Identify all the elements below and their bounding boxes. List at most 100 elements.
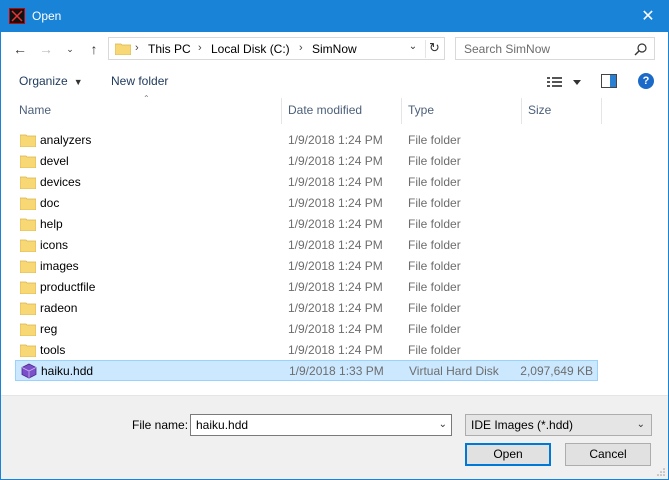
list-item[interactable]: images 1/9/2018 1:24 PM File folder	[15, 256, 598, 277]
file-type: File folder	[408, 154, 461, 168]
change-view-button[interactable]	[547, 74, 583, 90]
breadcrumb-separator-icon: ›	[135, 42, 139, 54]
file-date: 1/9/2018 1:24 PM	[288, 133, 383, 147]
column-divider[interactable]	[521, 98, 522, 124]
file-name: doc	[40, 196, 60, 210]
sort-ascending-icon: ⌃	[143, 94, 150, 103]
folder-icon	[20, 302, 36, 315]
organize-button[interactable]: Organize ▼	[19, 74, 83, 88]
help-icon[interactable]: ?	[638, 73, 654, 89]
file-name: images	[40, 259, 79, 273]
file-type: File folder	[408, 175, 461, 189]
chevron-down-icon: ⌄	[636, 419, 645, 430]
column-divider[interactable]	[401, 98, 402, 124]
list-item[interactable]: doc 1/9/2018 1:24 PM File folder	[15, 193, 598, 214]
list-item[interactable]: analyzers 1/9/2018 1:24 PM File folder	[15, 130, 598, 151]
column-header-type[interactable]: Type	[408, 103, 434, 117]
file-type: File folder	[408, 280, 461, 294]
cancel-button[interactable]: Cancel	[565, 443, 651, 466]
forward-arrow-icon[interactable]: →	[37, 40, 55, 58]
file-type-select[interactable]: IDE Images (*.hdd) ⌄	[465, 414, 652, 436]
folder-icon	[20, 155, 36, 168]
chevron-down-icon[interactable]: ⌄	[406, 41, 420, 55]
breadcrumb-this-pc[interactable]: This PC	[148, 42, 191, 56]
breadcrumb-simnow[interactable]: SimNow	[312, 42, 357, 56]
file-date: 1/9/2018 1:24 PM	[288, 280, 383, 294]
open-button[interactable]: Open	[465, 443, 551, 466]
file-type: File folder	[408, 343, 461, 357]
dialog-footer: File name: haiku.hdd ⌄ IDE Images (*.hdd…	[1, 397, 668, 479]
file-date: 1/9/2018 1:24 PM	[288, 154, 383, 168]
file-type: File folder	[408, 301, 461, 315]
file-name-value[interactable]: haiku.hdd	[196, 418, 248, 432]
search-icon	[634, 43, 647, 56]
navigation-bar: ← → ⌄ ↑ › This PC › Local Disk (C:) › Si…	[1, 32, 668, 66]
file-size: 2,097,649 KB	[520, 364, 593, 378]
open-dialog: Open ✕ ← → ⌄ ↑ › This PC › Local Disk (C…	[0, 0, 669, 480]
caret-down-icon: ▼	[73, 77, 83, 87]
resize-grip-icon[interactable]	[656, 467, 666, 477]
virtual-disk-icon	[21, 363, 37, 379]
file-date: 1/9/2018 1:24 PM	[288, 301, 383, 315]
file-name: tools	[40, 343, 66, 357]
file-type: File folder	[408, 259, 461, 273]
column-header-size[interactable]: Size	[528, 103, 551, 117]
file-type-filter-value: IDE Images (*.hdd)	[471, 418, 574, 432]
file-type: File folder	[408, 322, 461, 336]
column-divider[interactable]	[281, 98, 282, 124]
file-type: Virtual Hard Disk	[409, 364, 499, 378]
folder-icon	[20, 260, 36, 273]
search-box[interactable]: Search SimNow	[455, 37, 655, 60]
list-item[interactable]: icons 1/9/2018 1:24 PM File folder	[15, 235, 598, 256]
chevron-down-icon[interactable]: ⌄	[439, 419, 447, 430]
app-icon	[9, 8, 25, 24]
recent-locations-chevron-icon[interactable]: ⌄	[61, 40, 79, 58]
folder-icon	[20, 134, 36, 147]
list-item[interactable]: help 1/9/2018 1:24 PM File folder	[15, 214, 598, 235]
list-item[interactable]: productfile 1/9/2018 1:24 PM File folder	[15, 277, 598, 298]
folder-icon	[115, 43, 131, 55]
file-date: 1/9/2018 1:24 PM	[288, 238, 383, 252]
list-item[interactable]: reg 1/9/2018 1:24 PM File folder	[15, 319, 598, 340]
list-item[interactable]: devices 1/9/2018 1:24 PM File folder	[15, 172, 598, 193]
file-name: radeon	[40, 301, 78, 315]
file-name-label: File name:	[132, 418, 189, 432]
file-type: File folder	[408, 217, 461, 231]
column-header-name[interactable]: Name	[19, 103, 51, 117]
file-type: File folder	[408, 133, 461, 147]
list-item[interactable]: devel 1/9/2018 1:24 PM File folder	[15, 151, 598, 172]
list-item-selected[interactable]: haiku.hdd 1/9/2018 1:33 PM Virtual Hard …	[15, 360, 598, 381]
folder-icon	[20, 218, 36, 231]
organize-label: Organize	[19, 74, 68, 88]
address-bar[interactable]: › This PC › Local Disk (C:) › SimNow ⌄ ↻	[108, 37, 445, 60]
title-bar[interactable]: Open ✕	[1, 1, 668, 32]
list-item[interactable]: tools 1/9/2018 1:24 PM File folder	[15, 340, 598, 361]
new-folder-button[interactable]: New folder	[111, 74, 168, 88]
file-name: analyzers	[40, 133, 92, 147]
preview-pane-button[interactable]	[601, 74, 617, 88]
file-date: 1/9/2018 1:24 PM	[288, 196, 383, 210]
file-date: 1/9/2018 1:24 PM	[288, 175, 383, 189]
search-input[interactable]: Search SimNow	[464, 42, 550, 56]
folder-icon	[20, 323, 36, 336]
breadcrumb-separator-icon: ›	[198, 42, 202, 54]
preview-pane-icon	[601, 74, 617, 88]
folder-icon	[20, 176, 36, 189]
back-arrow-icon[interactable]: ←	[11, 40, 29, 58]
command-bar: Organize ▼ New folder ?	[1, 66, 668, 96]
column-header-date[interactable]: Date modified	[288, 103, 362, 117]
file-name: productfile	[40, 280, 96, 294]
folder-icon	[20, 197, 36, 210]
file-date: 1/9/2018 1:24 PM	[288, 259, 383, 273]
close-button[interactable]: ✕	[638, 7, 658, 27]
breadcrumb-local-disk[interactable]: Local Disk (C:)	[211, 42, 290, 56]
up-arrow-icon[interactable]: ↑	[85, 40, 103, 58]
refresh-icon[interactable]: ↻	[425, 40, 443, 58]
file-name-field[interactable]: haiku.hdd ⌄	[190, 414, 452, 436]
file-date: 1/9/2018 1:24 PM	[288, 217, 383, 231]
details-view-icon	[547, 77, 581, 87]
file-name: haiku.hdd	[41, 364, 94, 378]
folder-icon	[20, 239, 36, 252]
column-divider[interactable]	[601, 98, 602, 124]
list-item[interactable]: radeon 1/9/2018 1:24 PM File folder	[15, 298, 598, 319]
